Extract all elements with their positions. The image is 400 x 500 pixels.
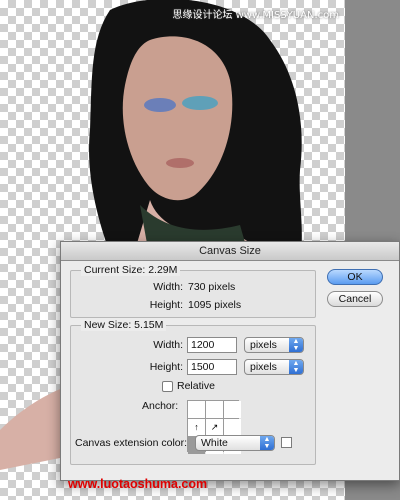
current-size-group: Current Size: 2.29M Width: 730 pixels He… bbox=[70, 264, 316, 318]
height-unit-value: pixels bbox=[250, 361, 277, 373]
relative-checkbox[interactable] bbox=[162, 381, 173, 392]
dialog-title: Canvas Size bbox=[61, 242, 399, 261]
chevron-updown-icon: ▲ ▼ bbox=[289, 338, 303, 352]
canvas-extension-select[interactable]: White ▲ ▼ bbox=[195, 435, 275, 451]
eye-right bbox=[182, 96, 218, 110]
new-height-label: Height: bbox=[149, 361, 183, 373]
canvas-size-dialog: Canvas Size Current Size: 2.29M Width: 7… bbox=[60, 241, 400, 481]
lips bbox=[166, 158, 194, 168]
canvas-extension-value: White bbox=[201, 437, 228, 449]
current-size-label: Current Size: 2.29M bbox=[81, 264, 181, 276]
anchor-label: Anchor: bbox=[142, 400, 179, 412]
chevron-updown-icon: ▲ ▼ bbox=[289, 360, 303, 374]
anchor-middle-right[interactable] bbox=[224, 419, 241, 436]
anchor-top-right[interactable] bbox=[224, 401, 241, 418]
anchor-top-left[interactable] bbox=[188, 401, 205, 418]
anchor-top-center[interactable] bbox=[206, 401, 223, 418]
current-width-value: 730 pixels bbox=[188, 281, 236, 293]
width-input[interactable]: 1200 bbox=[187, 337, 237, 353]
eye-left bbox=[144, 98, 176, 112]
extension-color-swatch[interactable] bbox=[281, 437, 292, 448]
width-unit-select[interactable]: pixels ▲ ▼ bbox=[244, 337, 304, 353]
footer-url: www.luotaoshuma.com bbox=[68, 477, 208, 491]
height-input[interactable]: 1500 bbox=[187, 359, 237, 375]
watermark-top: 思缘设计论坛 www.MISSYUAN.com bbox=[172, 10, 339, 21]
current-height-value: 1095 pixels bbox=[188, 299, 242, 311]
anchor-middle-left[interactable]: ↑ bbox=[188, 419, 205, 436]
current-height-label: Height: bbox=[149, 299, 183, 311]
arrow-up-right-icon: ↗ bbox=[210, 422, 219, 432]
canvas-extension-label: Canvas extension color: bbox=[75, 437, 188, 449]
chevron-updown-icon: ▲ ▼ bbox=[260, 436, 274, 450]
current-width-label: Width: bbox=[153, 281, 183, 293]
new-size-label: New Size: 5.15M bbox=[81, 319, 167, 331]
width-unit-value: pixels bbox=[250, 339, 277, 351]
ok-button[interactable]: OK bbox=[327, 269, 383, 285]
arrow-up-icon: ↑ bbox=[194, 422, 199, 432]
height-unit-select[interactable]: pixels ▲ ▼ bbox=[244, 359, 304, 375]
anchor-middle-center[interactable]: ↗ bbox=[206, 419, 223, 436]
cancel-button[interactable]: Cancel bbox=[327, 291, 383, 307]
relative-label: Relative bbox=[177, 380, 215, 392]
new-width-label: Width: bbox=[153, 339, 183, 351]
